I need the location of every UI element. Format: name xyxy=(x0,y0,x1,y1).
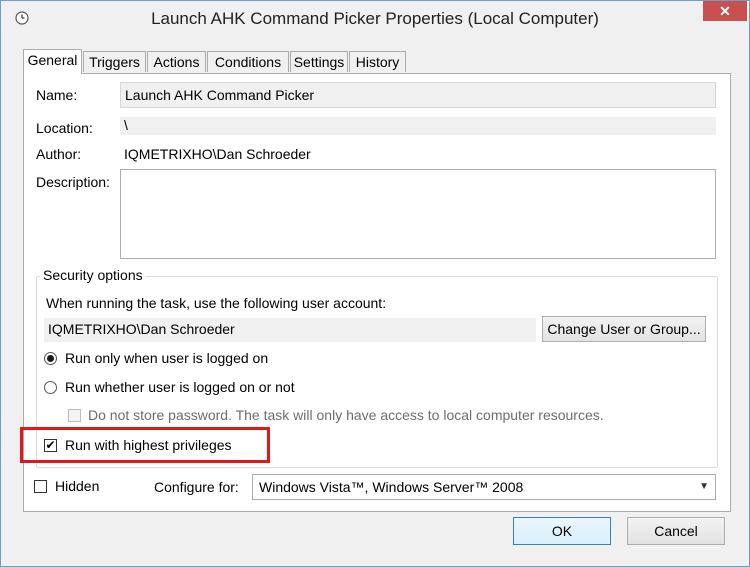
author-value: IQMETRIXHO\Dan Schroeder xyxy=(124,146,311,162)
description-label: Description: xyxy=(36,174,110,190)
tab-triggers[interactable]: Triggers xyxy=(83,51,146,72)
run-whether-radio[interactable] xyxy=(44,381,57,394)
chevron-down-icon: ▼ xyxy=(699,481,709,492)
ok-button[interactable]: OK xyxy=(513,517,611,545)
configure-for-value: Windows Vista™, Windows Server™ 2008 xyxy=(259,479,524,495)
cancel-button[interactable]: Cancel xyxy=(627,517,725,545)
tab-conditions[interactable]: Conditions xyxy=(207,51,289,72)
run-logged-on-label[interactable]: Run only when user is logged on xyxy=(65,350,268,366)
window-title: Launch AHK Command Picker Properties (Lo… xyxy=(151,9,599,28)
do-not-store-password-checkbox xyxy=(68,409,81,422)
run-logged-on-radio[interactable] xyxy=(44,352,57,365)
name-field[interactable]: Launch AHK Command Picker xyxy=(120,82,716,108)
highlight-box xyxy=(20,427,270,463)
configure-for-label: Configure for: xyxy=(154,479,239,495)
tab-settings[interactable]: Settings xyxy=(290,51,348,72)
location-label: Location: xyxy=(36,120,93,136)
name-label: Name: xyxy=(36,87,78,103)
close-button[interactable]: ✕ xyxy=(703,1,747,21)
location-value: \ xyxy=(120,117,716,135)
description-textarea[interactable] xyxy=(120,169,716,259)
configure-for-select[interactable]: Windows Vista™, Windows Server™ 2008 ▼ xyxy=(252,474,716,500)
run-whether-label[interactable]: Run whether user is logged on or not xyxy=(65,379,295,395)
change-user-button[interactable]: Change User or Group... xyxy=(542,316,706,342)
account-prompt: When running the task, use the following… xyxy=(46,295,387,311)
hidden-checkbox[interactable] xyxy=(34,480,47,493)
tab-actions[interactable]: Actions xyxy=(147,51,206,72)
do-not-store-password-label: Do not store password. The task will onl… xyxy=(88,407,604,423)
title-bar: Launch AHK Command Picker Properties (Lo… xyxy=(1,1,749,35)
author-label: Author: xyxy=(36,146,82,162)
tab-history[interactable]: History xyxy=(349,51,406,72)
security-options-legend: Security options xyxy=(40,267,146,283)
hidden-label[interactable]: Hidden xyxy=(55,478,99,494)
tab-general[interactable]: General xyxy=(23,49,82,74)
user-account-field: IQMETRIXHO\Dan Schroeder xyxy=(44,318,536,342)
properties-dialog: Launch AHK Command Picker Properties (Lo… xyxy=(0,0,750,567)
